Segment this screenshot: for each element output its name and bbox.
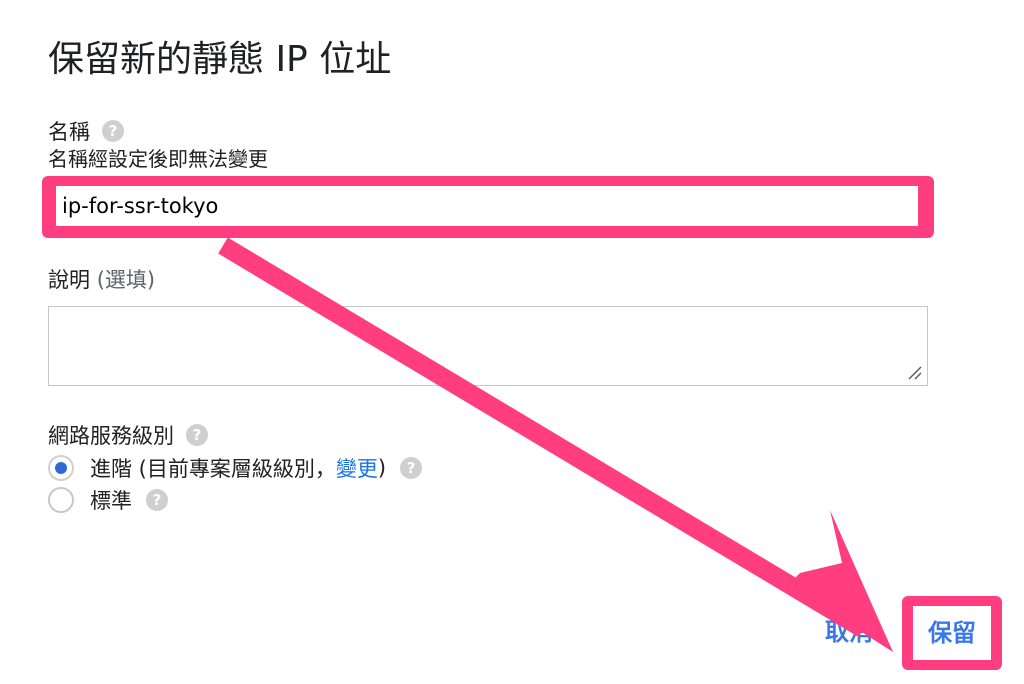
radio-option-premium[interactable]: 進階 (目前專案層級級別， 變更) ? [48, 453, 423, 483]
radio-option-standard[interactable]: 標準 ? [48, 485, 168, 515]
save-button[interactable]: 保留 [913, 606, 991, 660]
name-label: 名稱 [48, 120, 90, 144]
radio-premium[interactable] [48, 455, 74, 481]
premium-label: 進階 (目前專案層級級別， [90, 457, 336, 481]
premium-label-suffix: ) [377, 456, 387, 480]
cancel-button[interactable]: 取消 [808, 612, 890, 652]
page-title: 保留新的靜態 IP 位址 [48, 39, 392, 80]
standard-label: 標準 [90, 489, 132, 513]
annotation-arrow-shaft [218, 237, 869, 637]
help-icon[interactable]: ? [102, 120, 124, 142]
help-icon[interactable]: ? [146, 489, 168, 511]
network-tier-label-row: 網路服務級別? [48, 422, 208, 450]
optional-label: (選填) [96, 268, 156, 292]
name-input[interactable] [56, 186, 918, 226]
radio-standard[interactable] [48, 487, 74, 513]
name-label-row: 名稱? [48, 118, 124, 146]
name-hint: 名稱經設定後即無法變更 [48, 147, 268, 171]
help-icon[interactable]: ? [400, 457, 423, 479]
change-tier-link[interactable]: 變更 [336, 453, 378, 483]
network-tier-label: 網路服務級別 [48, 424, 174, 448]
description-textarea[interactable] [48, 306, 928, 386]
description-label: 說明 [48, 268, 90, 292]
help-icon[interactable]: ? [186, 424, 208, 446]
resize-grip-icon[interactable] [906, 364, 922, 380]
description-label-row: 說明 (選填) [48, 266, 155, 294]
